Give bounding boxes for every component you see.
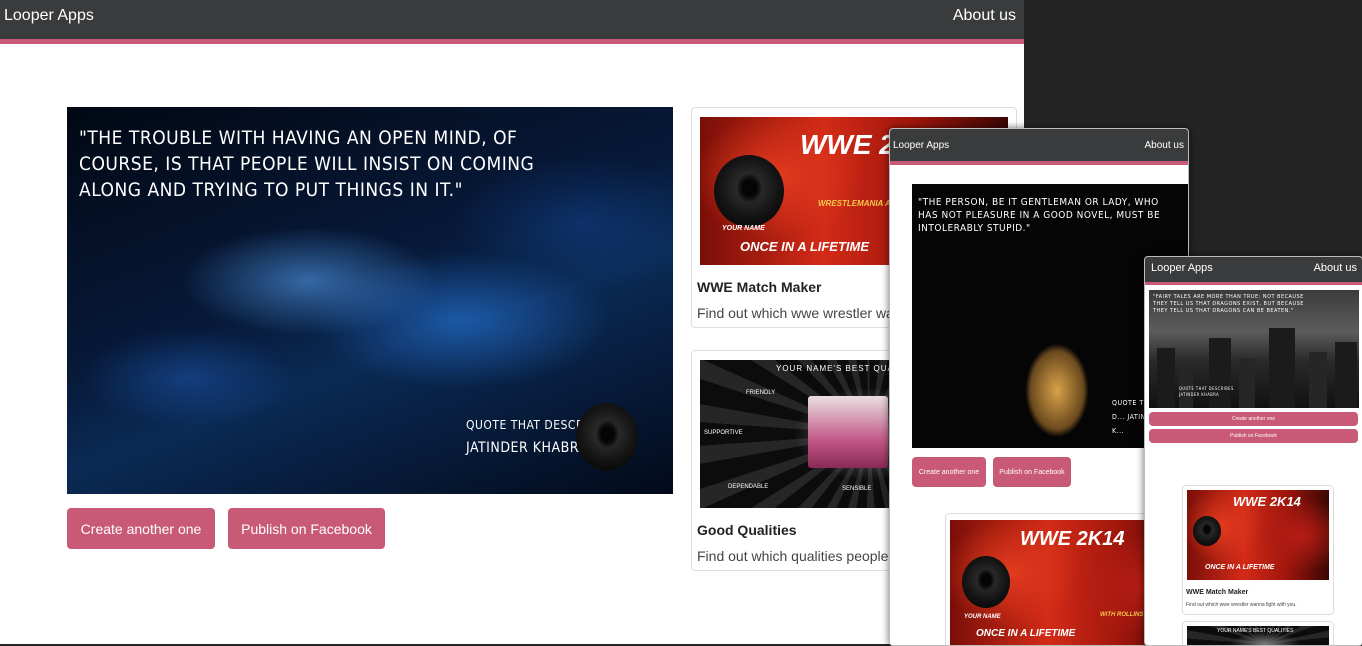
wwe-logo-text: WWE 2K14 [1233, 494, 1301, 509]
about-us-link[interactable]: About us [1314, 262, 1357, 274]
caption-text: QUOTE THAT DESCRIBES JATINDER KHABRA [1179, 386, 1234, 397]
phone-window: Looper Apps About us "Fairy tales are mo… [1144, 256, 1362, 646]
quote-text: "The trouble with having an open mind, o… [79, 127, 535, 201]
tagline-text: ONCE IN A LIFETIME [740, 239, 870, 254]
quality-label: DEPENDABLE [728, 484, 769, 490]
publish-facebook-button[interactable]: Publish on Facebook [993, 457, 1071, 487]
publish-facebook-button[interactable]: Publish on Facebook [1149, 429, 1358, 443]
tagline-text: ONCE IN A LIFETIME [1205, 564, 1275, 571]
create-another-button[interactable]: Create another one [67, 508, 215, 549]
card-title: Good Qualities [697, 522, 797, 538]
quote-image: "Fairy tales are more than true: not bec… [1149, 290, 1359, 408]
desktop-window: Looper Apps About us "The trouble with h… [0, 0, 1024, 644]
fighter-figure [1002, 304, 1112, 448]
create-another-button[interactable]: Create another one [1149, 412, 1358, 426]
navbar: Looper Apps About us [0, 0, 1024, 44]
quote-text: "The person, be it gentleman or lady, wh… [918, 197, 1161, 234]
create-another-button[interactable]: Create another one [912, 457, 986, 487]
brand-link[interactable]: Looper Apps [893, 140, 949, 151]
card-description: Find out which wwe wrestler wanna fight … [1186, 602, 1297, 608]
quality-label: SUPPORTIVE [704, 430, 743, 436]
about-us-link[interactable]: About us [1145, 140, 1184, 151]
avatar [1193, 516, 1221, 546]
wwe-logo-text: WWE 2K14 [1020, 528, 1125, 550]
quality-label: FRIENDLY [746, 390, 776, 396]
avatar [714, 155, 784, 227]
avatar [962, 556, 1010, 608]
qualities-header: YOUR NAME'S BEST QUALITIES [1217, 628, 1294, 634]
about-us-link[interactable]: About us [953, 7, 1016, 25]
tagline-text: ONCE IN A LIFETIME [976, 628, 1076, 639]
avatar [576, 403, 638, 471]
navbar: Looper Apps About us [890, 129, 1188, 165]
quality-label: SENSIBLE [842, 486, 872, 492]
your-name-text: YOUR NAME [722, 225, 765, 232]
your-name-text: YOUR NAME [964, 614, 1001, 620]
quote-text: "Fairy tales are more than true: not bec… [1153, 294, 1304, 314]
caption-line-2: JATINDER KHABRA [466, 440, 588, 456]
brand-link[interactable]: Looper Apps [4, 7, 94, 25]
brand-link[interactable]: Looper Apps [1151, 262, 1213, 274]
app-card-wwe[interactable]: WWE 2K14 ONCE IN A LIFETIME WWE Match Ma… [1182, 485, 1334, 615]
card-title: WWE Match Maker [1186, 589, 1249, 596]
wwe-thumbnail: WWE 2K14 ONCE IN A LIFETIME [1187, 490, 1329, 580]
card-title: WWE Match Maker [697, 279, 822, 295]
quote-image: "The trouble with having an open mind, o… [67, 107, 673, 494]
rollins-text: WITH ROLLINS [1100, 612, 1144, 618]
publish-facebook-button[interactable]: Publish on Facebook [228, 508, 385, 549]
navbar: Looper Apps About us [1145, 257, 1362, 285]
qualities-thumbnail: YOUR NAME'S BEST QUALITIES [1187, 626, 1329, 645]
profile-photo [808, 396, 888, 468]
app-card-qualities[interactable]: YOUR NAME'S BEST QUALITIES [1182, 621, 1334, 645]
